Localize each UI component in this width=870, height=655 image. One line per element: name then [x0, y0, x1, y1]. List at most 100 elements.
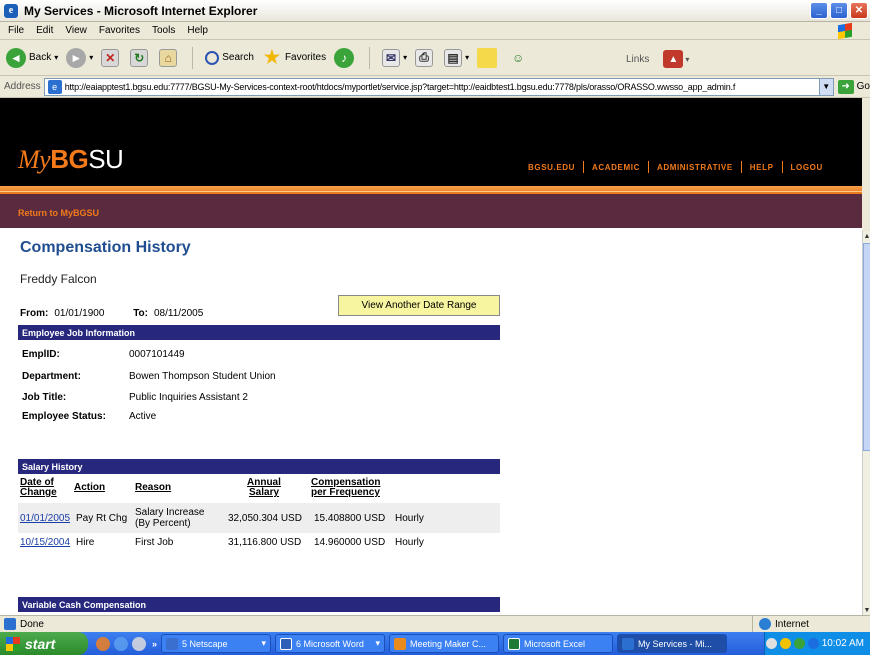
page-done-icon [4, 618, 16, 630]
department-value: Bowen Thompson Student Union [129, 371, 276, 382]
address-dropdown-icon[interactable]: ▼ [818, 78, 833, 95]
nav-help[interactable]: HELP [742, 163, 782, 172]
quick-launch-icon[interactable] [96, 636, 110, 651]
go-arrow-icon: ➜ [837, 79, 854, 94]
emplid-label: EmplID: [22, 349, 60, 360]
menu-edit[interactable]: Edit [36, 25, 53, 36]
taskbar-button-meeting-maker[interactable]: Meeting Maker C... [389, 634, 500, 653]
taskbar-button-netscape[interactable]: 5 Netscape ▾ [161, 634, 272, 653]
tray-icon[interactable] [765, 638, 777, 649]
clock: 10:02 AM [821, 638, 864, 649]
back-button[interactable]: ◄ Back ▾ [6, 47, 58, 68]
salary-history-heading: Salary History [18, 459, 500, 474]
tray-icon[interactable] [807, 638, 819, 649]
system-tray: 10:02 AM [764, 632, 870, 655]
close-icon[interactable]: ✕ [850, 2, 868, 19]
tray-icon[interactable] [779, 638, 791, 649]
home-button[interactable]: ⌂ [159, 48, 180, 67]
return-to-mybgsu-link[interactable]: Return to MyBGSU [18, 208, 99, 218]
mail-button[interactable]: ✉ ▾ [382, 48, 407, 67]
department-label: Department: [22, 371, 81, 382]
netscape-icon [166, 637, 179, 650]
chevron-right-icon[interactable]: » [152, 639, 157, 649]
tray-icon[interactable] [793, 638, 805, 649]
address-field[interactable]: e http://eaiapptest1.bgsu.edu:7777/BGSU-… [43, 77, 834, 96]
nav-academic[interactable]: ACADEMIC [584, 163, 648, 172]
windows-flag-icon [838, 22, 852, 40]
ie-icon [622, 637, 635, 650]
note-icon [477, 47, 498, 68]
discuss-button[interactable] [477, 47, 500, 68]
back-label: Back [29, 52, 52, 63]
toolbar-addon-icon[interactable]: ▲ [663, 50, 684, 68]
forward-button[interactable]: ► ▾ [66, 47, 93, 68]
search-button[interactable]: Search [205, 50, 254, 65]
scroll-up-icon[interactable]: ▲ [863, 231, 870, 241]
quick-launch-icon[interactable] [132, 636, 146, 651]
minimize-icon[interactable]: _ [810, 2, 828, 19]
menu-file[interactable]: File [8, 25, 24, 36]
print-icon: ⎙ [415, 48, 434, 67]
address-url[interactable]: http://eaiapptest1.bgsu.edu:7777/BGSU-My… [65, 82, 819, 92]
media-icon: ♪ [334, 47, 355, 68]
menu-view[interactable]: View [65, 25, 87, 36]
maximize-icon[interactable]: □ [830, 2, 848, 19]
scroll-down-icon[interactable]: ▼ [863, 605, 870, 615]
quick-launch-icon[interactable] [114, 636, 128, 651]
search-icon [205, 50, 220, 65]
back-arrow-icon: ◄ [6, 47, 26, 68]
meeting-maker-icon [394, 637, 407, 650]
orange-divider [0, 186, 862, 194]
status-text: Done [20, 618, 44, 630]
zone-label: Internet [775, 618, 809, 630]
nav-bgsu-edu[interactable]: BGSU.EDU [520, 163, 583, 172]
col-annual-2: Salary [249, 487, 280, 498]
back-dropdown-icon[interactable]: ▾ [54, 53, 58, 62]
window-title: My Services - Microsoft Internet Explore… [24, 3, 258, 18]
job-title-value: Public Inquiries Assistant 2 [129, 392, 248, 403]
employee-status-value: Active [129, 411, 157, 422]
menu-help[interactable]: Help [187, 25, 208, 36]
favorites-button[interactable]: ★ Favorites [262, 47, 327, 68]
refresh-button[interactable]: ↻ [130, 48, 151, 67]
start-button[interactable]: start [0, 632, 88, 655]
media-button[interactable]: ♪ [334, 47, 357, 68]
scrollbar-thumb[interactable] [863, 243, 870, 451]
from-value: 01/01/1900 [54, 308, 105, 319]
forward-dropdown-icon[interactable]: ▾ [89, 53, 93, 62]
links-area[interactable]: Links ▲ ▾ [626, 50, 689, 68]
col-action: Action [74, 482, 106, 493]
nav-administrative[interactable]: ADMINISTRATIVE [649, 163, 741, 172]
job-title-label: Job Title: [22, 392, 67, 403]
change-date-link[interactable]: 10/15/2004 [20, 537, 70, 548]
emplid-value: 0007101449 [129, 349, 185, 360]
print-button[interactable]: ⎙ [415, 48, 436, 67]
taskbar-button-excel[interactable]: Microsoft Excel [503, 634, 614, 653]
vertical-scrollbar[interactable]: ▲ ▼ [862, 231, 870, 615]
toolbar-divider [192, 46, 194, 69]
links-label[interactable]: Links [626, 54, 649, 65]
reason-cell: Salary Increase [135, 507, 205, 518]
taskbar-button-my-services[interactable]: My Services - Mi... [617, 634, 728, 653]
title-bar: e My Services - Microsoft Internet Explo… [0, 0, 870, 22]
stop-button[interactable]: ✕ [101, 48, 122, 67]
messenger-button[interactable]: ☺ [508, 48, 531, 68]
view-another-date-range-button[interactable]: View Another Date Range [338, 295, 500, 316]
window-controls: _ □ ✕ [810, 2, 868, 19]
toolbar: ◄ Back ▾ ► ▾ ✕ ↻ ⌂ Search ★ Favorites ♪ … [0, 40, 870, 76]
frequency-cell: Hourly [395, 513, 424, 524]
menu-favorites[interactable]: Favorites [99, 25, 140, 36]
go-button[interactable]: ➜ Go [837, 79, 870, 94]
variable-cash-heading: Variable Cash Compensation [18, 597, 500, 612]
sub-nav-bar [0, 194, 862, 228]
page-title: Compensation History [20, 239, 191, 256]
nav-logout[interactable]: LOGOU [783, 163, 831, 172]
date-range: From: 01/01/1900 To: 08/11/2005 [20, 308, 229, 319]
table-row: 10/15/2004 Hire First Job 31,116.800 USD… [18, 534, 500, 552]
change-date-link[interactable]: 01/01/2005 [20, 513, 70, 524]
favorites-label: Favorites [284, 52, 327, 63]
taskbar-button-word[interactable]: 6 Microsoft Word ▾ [275, 634, 386, 653]
edit-button[interactable]: ▤ ▾ [444, 48, 469, 67]
salary-history-header: Date of Change Action Reason Annual Sala… [20, 478, 500, 506]
menu-tools[interactable]: Tools [152, 25, 175, 36]
